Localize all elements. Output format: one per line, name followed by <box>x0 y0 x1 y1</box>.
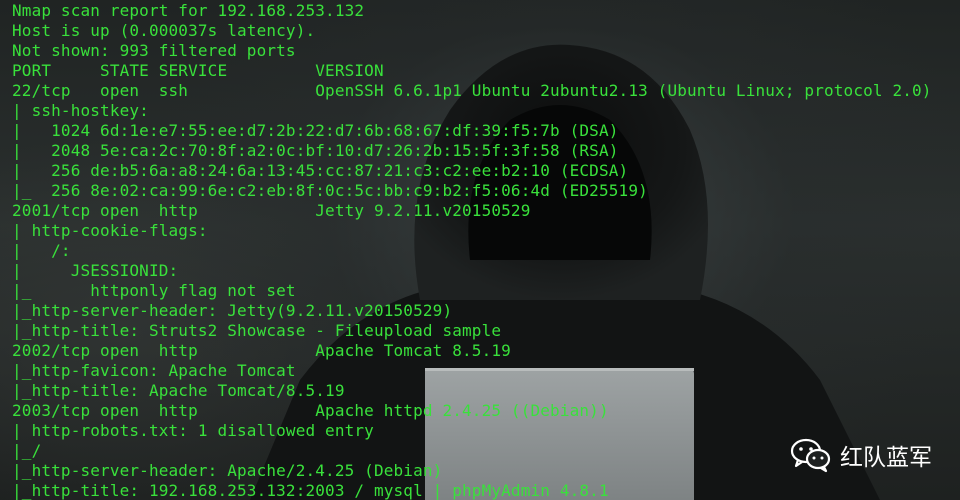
terminal-line: | http-cookie-flags: <box>12 221 208 240</box>
terminal-line: 2003/tcp open http Apache httpd 2.4.25 (… <box>12 401 609 420</box>
terminal-line: | ssh-hostkey: <box>12 101 149 120</box>
terminal-line: 2001/tcp open http Jetty 9.2.11.v2015052… <box>12 201 531 220</box>
terminal-line: Host is up (0.000037s latency). <box>12 21 316 40</box>
terminal-line: |_http-title: Struts2 Showcase - Fileupl… <box>12 321 502 340</box>
terminal-line: Not shown: 993 filtered ports <box>12 41 296 60</box>
terminal-line: |_http-title: 192.168.253.132:2003 / mys… <box>12 481 609 500</box>
terminal-line: | JSESSIONID: <box>12 261 179 280</box>
terminal-line: |_ httponly flag not set <box>12 281 296 300</box>
terminal-line: |_http-favicon: Apache Tomcat <box>12 361 296 380</box>
nmap-terminal-output: Nmap scan report for 192.168.253.132 Host… <box>12 1 932 500</box>
terminal-line: 22/tcp open ssh OpenSSH 6.6.1p1 Ubuntu 2… <box>12 81 932 100</box>
terminal-line: | 256 de:b5:6a:a8:24:6a:13:45:cc:87:21:c… <box>12 161 629 180</box>
terminal-line: PORT STATE SERVICE VERSION <box>12 61 384 80</box>
terminal-line: Nmap scan report for 192.168.253.132 <box>12 1 365 20</box>
terminal-line: | /: <box>12 241 71 260</box>
terminal-line: |_ 256 8e:02:ca:99:6e:c2:eb:8f:0c:5c:bb:… <box>12 181 648 200</box>
terminal-line: 2002/tcp open http Apache Tomcat 8.5.19 <box>12 341 511 360</box>
watermark: 红队蓝军 <box>790 437 932 473</box>
terminal-line: | 1024 6d:1e:e7:55:ee:d7:2b:22:d7:6b:68:… <box>12 121 619 140</box>
screenshot: Nmap scan report for 192.168.253.132 Host… <box>0 0 960 500</box>
terminal-line: |_http-title: Apache Tomcat/8.5.19 <box>12 381 345 400</box>
wechat-icon <box>790 438 831 473</box>
terminal-line: |_http-server-header: Jetty(9.2.11.v2015… <box>12 301 453 320</box>
terminal-line: | 2048 5e:ca:2c:70:8f:a2:0c:bf:10:d7:26:… <box>12 141 619 160</box>
watermark-label: 红队蓝军 <box>840 445 932 471</box>
